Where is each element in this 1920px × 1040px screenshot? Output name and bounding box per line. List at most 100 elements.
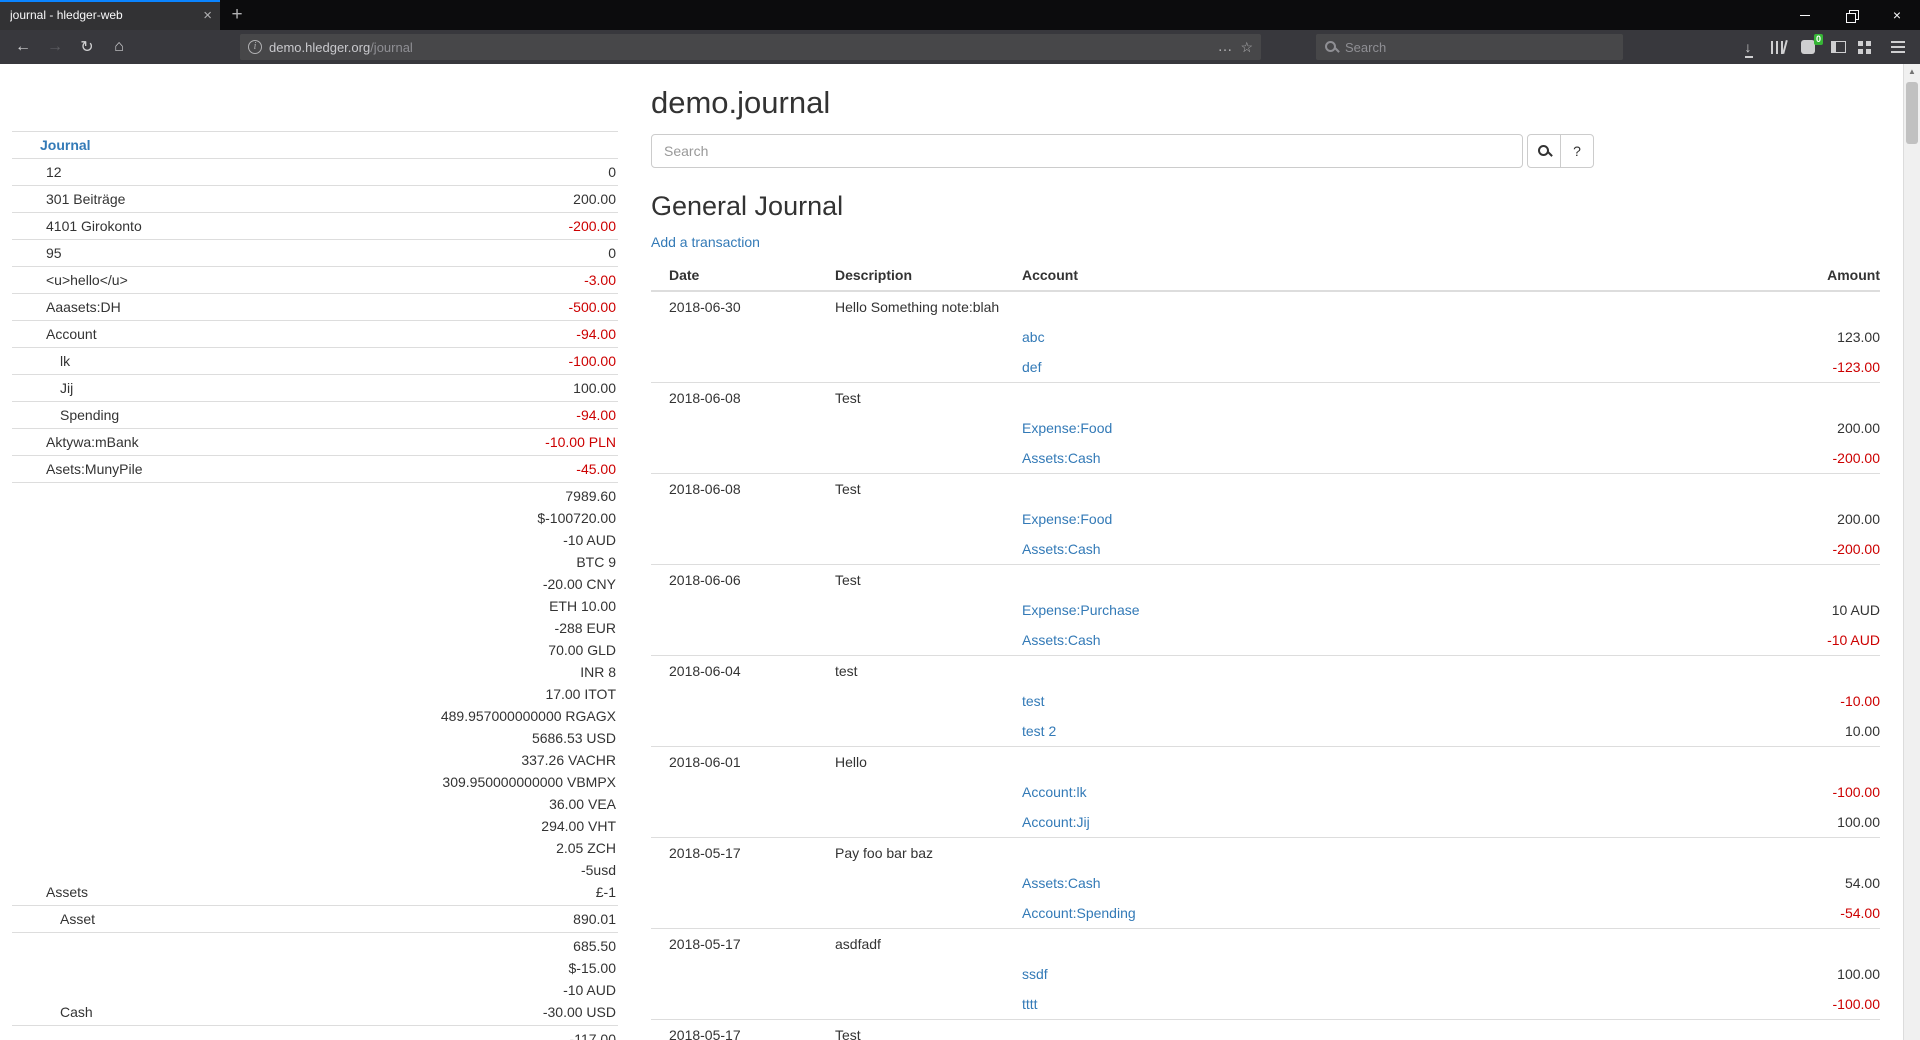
library-button[interactable]	[1764, 33, 1792, 61]
posting-row: Expense:Food200.00	[651, 504, 1880, 534]
transaction-description: Test	[835, 474, 1022, 505]
transaction-account-cell	[1022, 291, 1550, 322]
add-transaction-link[interactable]: Add a transaction	[651, 234, 760, 250]
sidebar-toggle-icon	[1831, 41, 1846, 53]
posting-account-link[interactable]: Expense:Food	[1022, 420, 1112, 436]
extension-button[interactable]: 0	[1794, 33, 1822, 61]
balance-amount: -20.00 CNY	[441, 573, 616, 595]
posting-account-link[interactable]: Expense:Purchase	[1022, 602, 1140, 618]
journal-table-header-row: Date Description Account Amount	[651, 260, 1880, 291]
forward-button[interactable]: →	[40, 33, 70, 61]
posting-account-link[interactable]: Assets:Cash	[1022, 632, 1101, 648]
sidebar-account-row: <u>hello</u>-3.00	[12, 267, 618, 294]
balance-amount: -10 AUD	[543, 979, 616, 1001]
scrollbar-thumb[interactable]	[1906, 82, 1918, 144]
scrollbar-up-icon[interactable]: ▲	[1904, 64, 1920, 80]
sidebar-account-row: Account-94.00	[12, 321, 618, 348]
balance-amount: 890.01	[573, 908, 616, 930]
posting-account-link[interactable]: tttt	[1022, 996, 1038, 1012]
posting-row: Assets:Cash-10 AUD	[651, 625, 1880, 656]
sidebar-account-link[interactable]: 301 Beiträge	[12, 188, 125, 210]
browser-tab[interactable]: journal - hledger-web ×	[0, 0, 220, 30]
posting-account-link[interactable]: Account:lk	[1022, 784, 1087, 800]
posting-account-link[interactable]: Account:Jij	[1022, 814, 1090, 830]
posting-account-link[interactable]: Account:Spending	[1022, 905, 1136, 921]
transaction-amount-cell	[1550, 474, 1880, 505]
transaction-row: 2018-06-30Hello Something note:blah	[651, 291, 1880, 322]
transaction-row: 2018-06-04test	[651, 656, 1880, 687]
sidebar-account-link[interactable]: Aaasets:DH	[12, 296, 121, 318]
bookmark-star-icon[interactable]: ☆	[1240, 39, 1253, 56]
posting-account-link[interactable]: def	[1022, 359, 1041, 375]
sidebar-account-link[interactable]: Spending	[12, 404, 119, 426]
sidebar-account-link[interactable]: Jij	[12, 377, 73, 399]
search-help-button[interactable]: ?	[1560, 134, 1594, 168]
posting-row: ssdf100.00	[651, 959, 1880, 989]
posting-account-cell: ssdf	[1022, 959, 1550, 989]
sidebar-account-row: Assets7989.60$-100720.00-10 AUDBTC 9-20.…	[12, 483, 618, 906]
transaction-description: Test	[835, 1020, 1022, 1040]
tab-close-icon[interactable]: ×	[203, 8, 212, 23]
window-minimize-button[interactable]	[1782, 0, 1828, 30]
sidebar-account-link[interactable]: <u>hello</u>	[12, 269, 128, 291]
sidebar-account-link[interactable]: Aktywa:mBank	[12, 431, 139, 453]
posting-account-link[interactable]: test 2	[1022, 723, 1056, 739]
posting-account-link[interactable]: test	[1022, 693, 1045, 709]
transaction-row: 2018-06-08Test	[651, 474, 1880, 505]
sidebar-account-link[interactable]: Cash	[12, 1001, 93, 1023]
balance-amount: -288 EUR	[441, 617, 616, 639]
posting-account-link[interactable]: abc	[1022, 329, 1045, 345]
search-submit-button[interactable]	[1527, 134, 1561, 168]
back-button[interactable]: ←	[8, 33, 38, 61]
sidebar-journal-link[interactable]: Journal	[40, 137, 91, 153]
sidebar-account-link[interactable]: 4101 Girokonto	[12, 215, 142, 237]
minimize-icon	[1800, 15, 1810, 16]
transaction-amount-cell	[1550, 656, 1880, 687]
sidebar-account-link[interactable]: Asets:MunyPile	[12, 458, 142, 480]
journal-search-input[interactable]	[651, 134, 1523, 168]
sidebar-account-link[interactable]: 12	[12, 161, 62, 183]
sidebar-account-link[interactable]: 95	[12, 242, 62, 264]
posting-amount: 10 AUD	[1550, 595, 1880, 625]
posting-account-link[interactable]: Assets:Cash	[1022, 450, 1101, 466]
sidebar-toggle-button[interactable]	[1824, 33, 1852, 61]
downloads-button[interactable]: ↓	[1734, 33, 1762, 61]
balance-amount: 5686.53 USD	[441, 727, 616, 749]
window-restore-button[interactable]	[1828, 0, 1874, 30]
balance-amount: 70.00 GLD	[441, 639, 616, 661]
menu-button[interactable]	[1884, 33, 1912, 61]
transaction-account-cell	[1022, 838, 1550, 869]
grid-button[interactable]	[1854, 33, 1882, 61]
sidebar-account-row: Aaasets:DH-500.00	[12, 294, 618, 321]
sidebar-account-balance: 100.00	[573, 377, 616, 399]
browser-search-bar[interactable]: Search	[1316, 34, 1623, 60]
new-tab-button[interactable]: +	[220, 0, 254, 30]
posting-description-cell	[835, 504, 1022, 534]
posting-account-link[interactable]: Assets:Cash	[1022, 875, 1101, 891]
posting-account-link[interactable]: Assets:Cash	[1022, 541, 1101, 557]
sidebar-account-link[interactable]: Assets	[12, 881, 88, 903]
posting-account-cell: Expense:Food	[1022, 504, 1550, 534]
sidebar-account-balance: -100.00	[569, 350, 616, 372]
sidebar-account-link[interactable]: lk	[12, 350, 70, 372]
posting-account-link[interactable]: ssdf	[1022, 966, 1048, 982]
posting-account-cell: test	[1022, 686, 1550, 716]
main-panel: demo.journal ? General Journal Add a tra…	[651, 64, 1880, 1040]
site-info-icon[interactable]: i	[248, 40, 262, 54]
url-bar[interactable]: i demo.hledger.org/journal … ☆	[240, 34, 1261, 60]
posting-account-link[interactable]: Expense:Food	[1022, 511, 1112, 527]
home-button[interactable]: ⌂	[104, 33, 134, 61]
sidebar-account-link[interactable]: Account	[12, 323, 97, 345]
page-actions-icon[interactable]: …	[1217, 43, 1233, 51]
balance-amount: 337.26 VACHR	[441, 749, 616, 771]
search-buttons: ?	[1527, 134, 1594, 168]
transaction-amount-cell	[1550, 1020, 1880, 1040]
reload-button[interactable]: ↻	[72, 33, 102, 61]
window-close-button[interactable]: ×	[1874, 0, 1920, 30]
transaction-description: test	[835, 656, 1022, 687]
posting-date-cell	[651, 413, 835, 443]
posting-row: Account:lk-100.00	[651, 777, 1880, 807]
sidebar-account-link[interactable]: Asset	[12, 908, 95, 930]
page-scrollbar[interactable]: ▲	[1903, 64, 1920, 1040]
extension-badge: 0	[1814, 34, 1823, 45]
